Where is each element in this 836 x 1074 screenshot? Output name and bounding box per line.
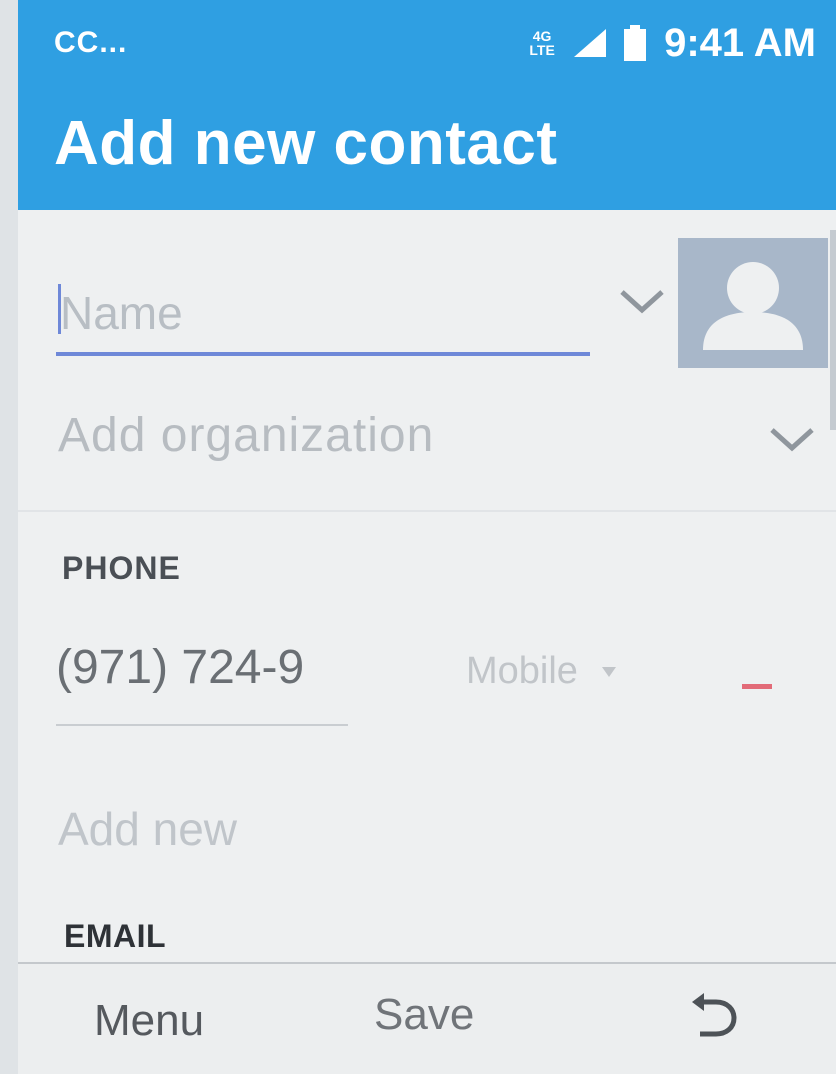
network-type-bottom: LTE — [529, 42, 555, 58]
phone-screen: CC... 4G LTE 9:41 AM Add new contact Nam… — [18, 0, 836, 1074]
name-expand-chevron-down-icon[interactable] — [614, 282, 670, 322]
app-bar: Add new contact — [18, 90, 836, 210]
add-new-phone-button[interactable]: Add new — [58, 802, 237, 856]
contact-form: Add organization PHONE (971) 724-9 Mobil… — [18, 210, 836, 962]
name-input[interactable] — [56, 274, 590, 356]
phone-number-input[interactable]: (971) 724-9 — [56, 640, 356, 695]
battery-icon — [624, 25, 647, 61]
back-arrow-icon[interactable] — [686, 988, 742, 1044]
page-title: Add new contact — [54, 109, 558, 178]
contact-photo-button[interactable] — [678, 238, 828, 368]
phone-type-dropdown[interactable]: Mobile — [466, 650, 616, 693]
remove-phone-minus-icon[interactable] — [742, 684, 772, 689]
organization-chevron-down-icon[interactable] — [764, 420, 820, 460]
soft-key-bar: Menu Save — [18, 962, 836, 1074]
phone-type-value: Mobile — [466, 650, 578, 692]
dropdown-arrow-icon — [601, 666, 616, 677]
phone-section-label: PHONE — [62, 550, 181, 586]
status-icons: 4G LTE 9:41 AM — [528, 18, 816, 68]
divider — [18, 510, 836, 512]
menu-soft-key[interactable]: Menu — [94, 996, 204, 1046]
phone-input-underline — [56, 724, 348, 726]
status-time: 9:41 AM — [664, 20, 816, 65]
add-organization-field[interactable]: Add organization — [58, 408, 434, 463]
text-cursor — [58, 284, 61, 334]
status-notification-text: CC... — [54, 26, 128, 59]
scrollbar[interactable] — [830, 230, 836, 430]
status-bar: CC... 4G LTE 9:41 AM — [18, 0, 836, 90]
person-icon — [703, 262, 803, 350]
network-type-icon: 4G LTE — [528, 29, 556, 57]
signal-icon — [574, 29, 607, 57]
save-soft-key[interactable]: Save — [374, 990, 474, 1040]
email-section-label: EMAIL — [64, 918, 167, 954]
